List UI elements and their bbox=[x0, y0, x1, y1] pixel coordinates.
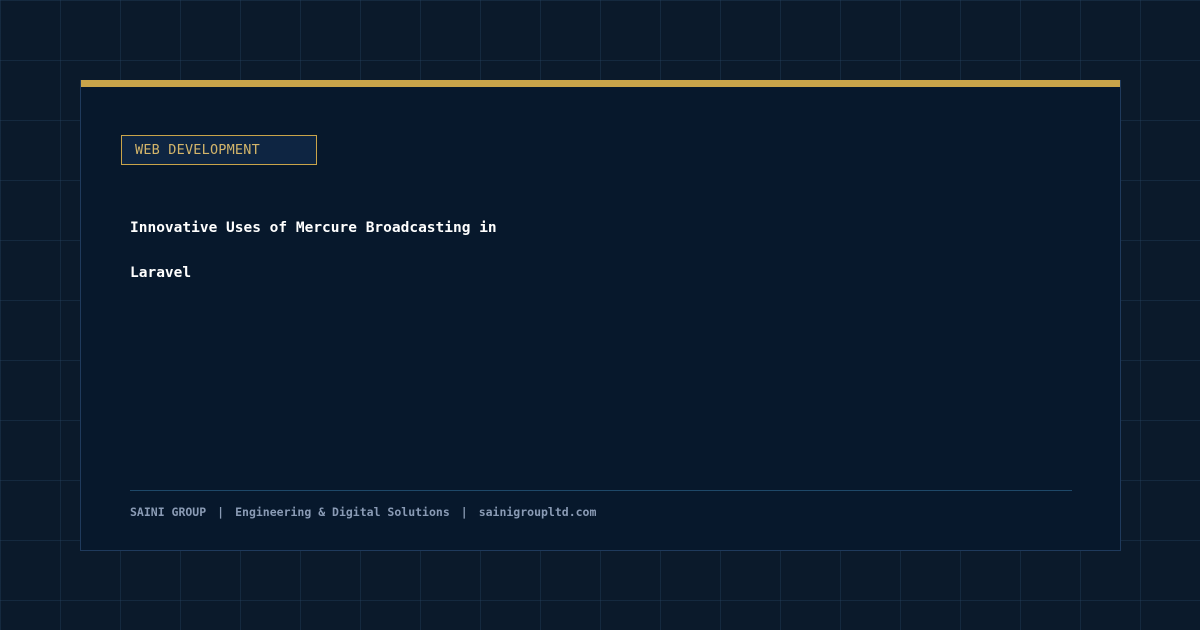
page-background: { "category": "WEB DEVELOPMENT", "title"… bbox=[0, 0, 1200, 630]
footer-separator: | bbox=[217, 505, 225, 519]
footer: SAINI GROUP | Engineering & Digital Soluti… bbox=[130, 504, 596, 520]
footer-divider bbox=[130, 490, 1072, 491]
footer-company: SAINI GROUP bbox=[130, 505, 207, 519]
footer-separator: | bbox=[460, 505, 468, 519]
category-badge: WEB DEVELOPMENT bbox=[121, 135, 317, 165]
footer-website: sainigroupltd.com bbox=[478, 505, 597, 519]
article-title-line-2: Laravel bbox=[130, 265, 192, 281]
card-accent-bar bbox=[81, 80, 1120, 87]
article-title-line-1: Innovative Uses of Mercure Broadcasting … bbox=[130, 220, 497, 236]
article-card: WEB DEVELOPMENT Innovative Uses of Mercu… bbox=[80, 80, 1121, 551]
footer-tagline: Engineering & Digital Solutions bbox=[235, 505, 450, 519]
